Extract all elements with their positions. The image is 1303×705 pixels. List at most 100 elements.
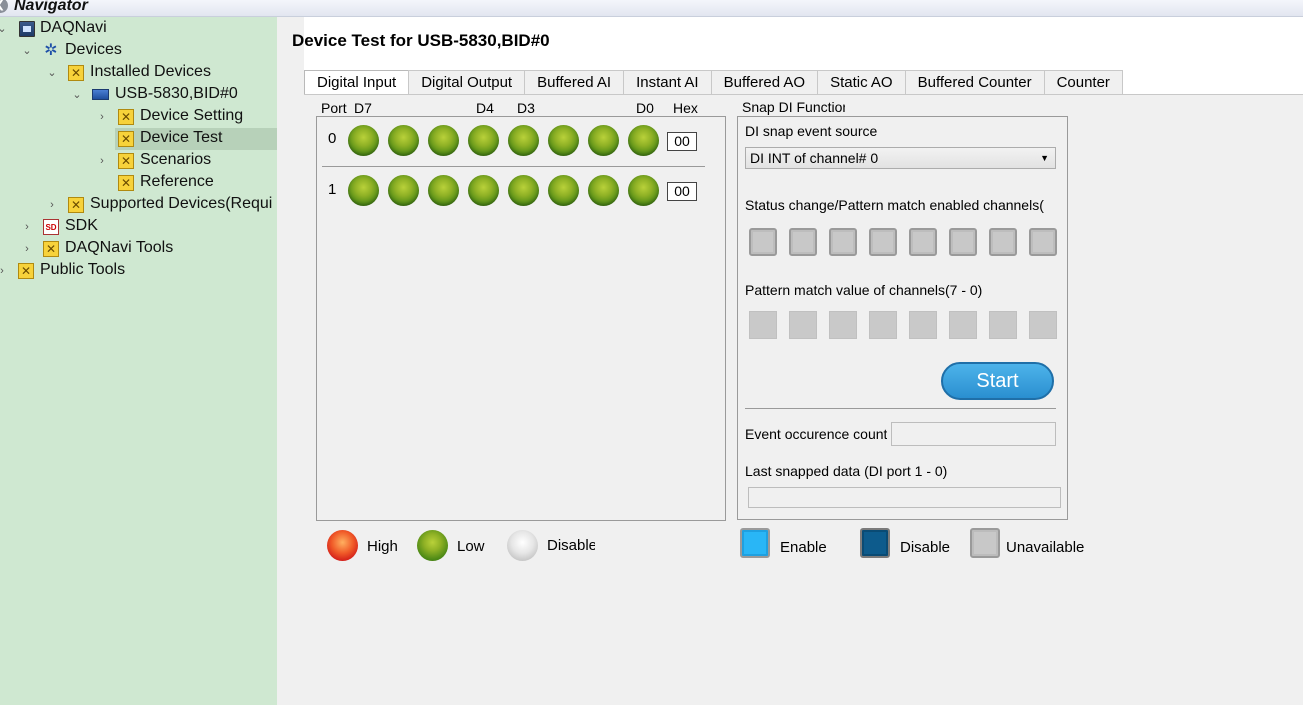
tree-item-daqnavi-tools[interactable]: › ✕ DAQNavi Tools xyxy=(0,238,277,260)
tab-counter[interactable]: Counter xyxy=(1043,70,1123,94)
channel-enable-toggle-7[interactable] xyxy=(749,228,777,256)
di-led-d3 xyxy=(508,125,539,156)
di-led-d4 xyxy=(468,175,499,206)
tree-item-label: Device Setting xyxy=(140,107,244,124)
di-led-d0 xyxy=(628,175,659,206)
event-source-label: DI snap event source xyxy=(745,123,877,139)
disable-swatch-icon xyxy=(860,528,890,558)
port-number: 1 xyxy=(328,181,337,198)
tree-item-supported-devices[interactable]: › ✕ Supported Devices(Requi xyxy=(0,194,277,216)
di-led-d7 xyxy=(348,125,379,156)
navigator-tree: ⌄ DAQNavi ⌄ ✲ Devices ⌄ ✕ Installed Devi… xyxy=(0,17,277,705)
port-divider xyxy=(322,166,705,167)
pattern-value-bit-1[interactable] xyxy=(989,311,1017,339)
channel-enable-toggle-0[interactable] xyxy=(1029,228,1057,256)
tool-icon: ✕ xyxy=(118,153,134,169)
last-snapped-field xyxy=(748,487,1061,508)
pattern-value-bit-0[interactable] xyxy=(1029,311,1057,339)
pattern-value-bit-5[interactable] xyxy=(829,311,857,339)
tree-item-installed-devices[interactable]: ⌄ ✕ Installed Devices xyxy=(0,62,277,84)
legend-disable-label: Disable xyxy=(900,539,951,556)
event-source-select[interactable]: DI INT of channel# 0 ▼ xyxy=(745,147,1056,169)
tree-item-label: SDK xyxy=(65,217,98,234)
pattern-value-bit-3[interactable] xyxy=(909,311,937,339)
navigator-header: ❮ Navigator xyxy=(0,0,1303,17)
tool-icon: ✕ xyxy=(68,197,84,213)
channel-enable-toggle-5[interactable] xyxy=(829,228,857,256)
chevron-down-icon[interactable]: ⌄ xyxy=(21,45,33,57)
chevron-right-icon[interactable]: › xyxy=(21,243,33,255)
pattern-value-bit-4[interactable] xyxy=(869,311,897,339)
navigator-title: Navigator xyxy=(14,0,88,14)
chevron-right-icon[interactable]: › xyxy=(96,111,108,123)
channel-enable-toggle-2[interactable] xyxy=(949,228,977,256)
last-snapped-label: Last snapped data (DI port 1 - 0) xyxy=(745,463,948,479)
snap-separator xyxy=(745,408,1056,409)
channel-enable-toggle-3[interactable] xyxy=(909,228,937,256)
tree-item-reference[interactable]: ✕ Reference xyxy=(0,172,277,194)
disabled-led-icon xyxy=(507,530,538,561)
di-led-d6 xyxy=(388,125,419,156)
tree-item-label: DAQNavi xyxy=(40,19,107,36)
channel-enable-toggle-4[interactable] xyxy=(869,228,897,256)
d7-column-header: D7 xyxy=(354,100,372,116)
legend-high-label: High xyxy=(367,538,398,555)
chevron-right-icon[interactable]: › xyxy=(0,265,8,277)
low-led-icon xyxy=(417,530,448,561)
enabled-channels-label: Status change/Pattern match enabled chan… xyxy=(745,197,1044,213)
tab-buffered-ao[interactable]: Buffered AO xyxy=(710,70,819,94)
high-led-icon xyxy=(327,530,358,561)
tree-item-device-test[interactable]: ✕ Device Test xyxy=(115,128,277,150)
chevron-down-icon[interactable]: ⌄ xyxy=(46,67,58,79)
chevron-right-icon[interactable]: › xyxy=(21,221,33,233)
gear-icon: ✲ xyxy=(44,42,58,59)
chevron-right-icon[interactable]: › xyxy=(96,155,108,167)
tree-item-label: Installed Devices xyxy=(90,63,211,80)
tool-icon: ✕ xyxy=(43,241,59,257)
usb-device-icon xyxy=(92,89,109,100)
channel-enable-toggle-1[interactable] xyxy=(989,228,1017,256)
start-button[interactable]: Start xyxy=(941,362,1054,400)
port-hex-value: 00 xyxy=(667,132,697,151)
tab-buffered-counter[interactable]: Buffered Counter xyxy=(904,70,1045,94)
chevron-right-icon[interactable]: › xyxy=(46,199,58,211)
tree-item-daqnavi[interactable]: ⌄ DAQNavi xyxy=(0,18,277,40)
chevron-down-icon[interactable]: ⌄ xyxy=(0,23,8,35)
event-source-value: DI INT of channel# 0 xyxy=(750,150,879,166)
pattern-value-bit-7[interactable] xyxy=(749,311,777,339)
port-column-header: Port xyxy=(321,100,347,116)
di-led-d6 xyxy=(388,175,419,206)
port-number: 0 xyxy=(328,130,337,147)
pane-splitter[interactable] xyxy=(277,17,304,705)
tab-digital-input[interactable]: Digital Input xyxy=(304,70,410,95)
di-led-d1 xyxy=(588,125,619,156)
tree-item-sdk[interactable]: › SD SDK xyxy=(0,216,277,238)
tree-item-devices[interactable]: ⌄ ✲ Devices xyxy=(0,40,277,62)
di-led-d4 xyxy=(468,125,499,156)
legend-low-label: Low xyxy=(457,538,485,555)
tree-item-scenarios[interactable]: › ✕ Scenarios xyxy=(0,150,277,172)
tab-instant-ai[interactable]: Instant AI xyxy=(623,70,712,94)
tree-item-public-tools[interactable]: › ✕ Public Tools xyxy=(0,260,277,282)
tab-buffered-ai[interactable]: Buffered AI xyxy=(524,70,625,94)
legend-disabled-label: Disabled xyxy=(547,537,595,554)
tab-digital-output[interactable]: Digital Output xyxy=(408,70,526,94)
tab-static-ao[interactable]: Static AO xyxy=(817,70,906,94)
back-arrow-icon[interactable]: ❮ xyxy=(0,0,8,13)
channel-enable-toggle-6[interactable] xyxy=(789,228,817,256)
computer-icon xyxy=(19,21,35,37)
di-led-d5 xyxy=(428,175,459,206)
di-led-d0 xyxy=(628,125,659,156)
tree-item-usb-5830[interactable]: ⌄ USB-5830,BID#0 xyxy=(0,84,277,106)
tree-item-label: USB-5830,BID#0 xyxy=(115,85,238,102)
tree-item-device-setting[interactable]: › ✕ Device Setting xyxy=(0,106,277,128)
dropdown-arrow-icon[interactable]: ▼ xyxy=(1040,148,1049,168)
snap-di-panel xyxy=(737,116,1068,520)
pattern-value-bit-2[interactable] xyxy=(949,311,977,339)
d4-column-header: D4 xyxy=(476,100,494,116)
hex-column-header: Hex xyxy=(673,100,698,116)
enable-swatch-icon xyxy=(740,528,770,558)
pattern-value-bit-6[interactable] xyxy=(789,311,817,339)
chevron-down-icon[interactable]: ⌄ xyxy=(71,89,83,101)
page-title: Device Test for USB-5830,BID#0 xyxy=(292,31,550,50)
